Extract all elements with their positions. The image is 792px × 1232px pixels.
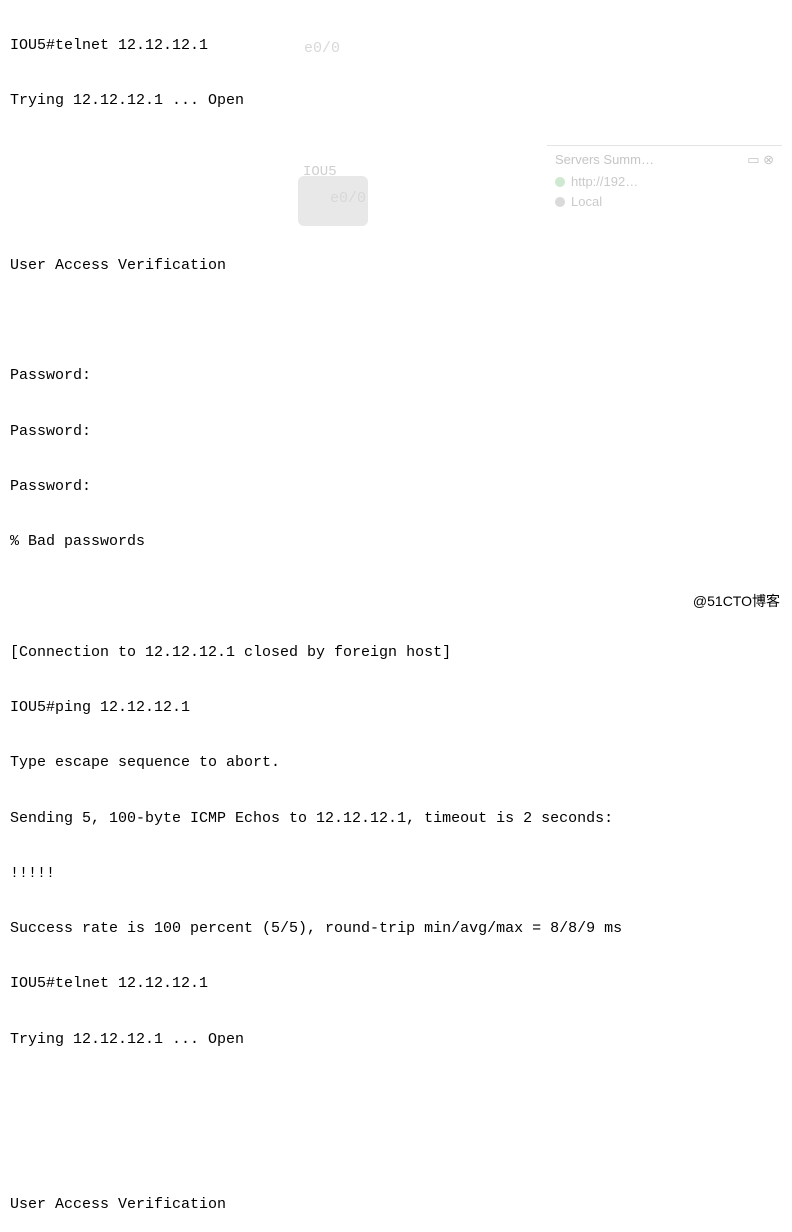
terminal-line: IOU5#telnet 12.12.12.1 <box>10 37 792 55</box>
terminal-line: IOU5#ping 12.12.12.1 <box>10 699 792 717</box>
terminal-line <box>10 313 792 331</box>
terminal-line: Password: <box>10 478 792 496</box>
terminal-line: Trying 12.12.12.1 ... Open <box>10 92 792 110</box>
terminal-line: % Bad passwords <box>10 533 792 551</box>
terminal-line <box>10 148 792 166</box>
terminal-line: IOU5#telnet 12.12.12.1 <box>10 975 792 993</box>
terminal-output[interactable]: IOU5#telnet 12.12.12.1 Trying 12.12.12.1… <box>10 0 792 1232</box>
terminal-line: User Access Verification <box>10 257 792 275</box>
terminal-line: !!!!! <box>10 865 792 883</box>
terminal-line: Success rate is 100 percent (5/5), round… <box>10 920 792 938</box>
terminal-line <box>10 202 792 220</box>
terminal-line: Type escape sequence to abort. <box>10 754 792 772</box>
terminal-line: [Connection to 12.12.12.1 closed by fore… <box>10 644 792 662</box>
terminal-line <box>10 1086 792 1104</box>
terminal-line <box>10 589 792 607</box>
terminal-line: Trying 12.12.12.1 ... Open <box>10 1031 792 1049</box>
terminal-line: User Access Verification <box>10 1196 792 1214</box>
terminal-line <box>10 1141 792 1159</box>
watermark: @51CTO博客 <box>693 593 780 610</box>
terminal-line: Password: <box>10 367 792 385</box>
terminal-line: Sending 5, 100-byte ICMP Echos to 12.12.… <box>10 810 792 828</box>
terminal-line: Password: <box>10 423 792 441</box>
